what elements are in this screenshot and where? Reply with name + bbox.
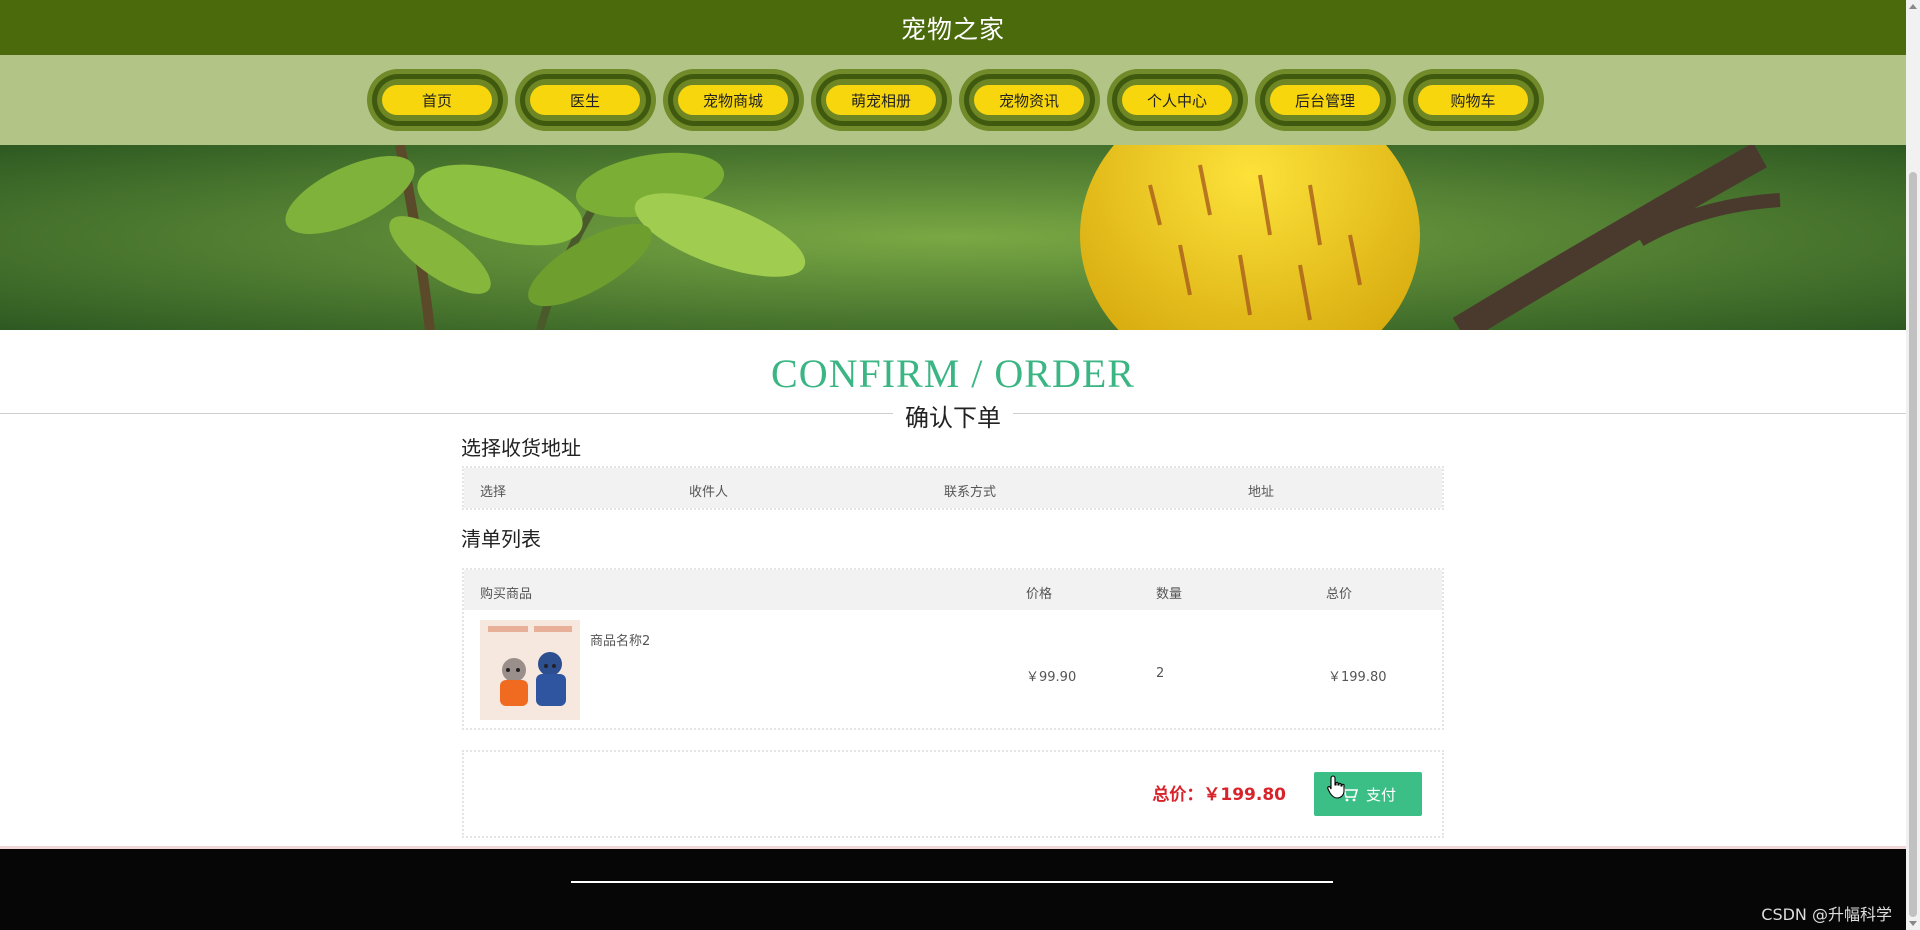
product-name[interactable]: 商品名称2 xyxy=(590,630,650,649)
nav-item-pet-album[interactable]: 萌宠相册 xyxy=(810,69,952,131)
page-heading-cn-text: 确认下单 xyxy=(893,404,1013,432)
nav-item-label: 医生 xyxy=(530,85,640,115)
scroll-down-icon[interactable] xyxy=(1909,921,1917,926)
column-header: 地址 xyxy=(1248,485,1275,500)
order-table-header: 购买商品 价格 数量 总价 xyxy=(464,570,1442,610)
total-price-value: ￥199.80 xyxy=(1203,785,1286,805)
page-scrollbar[interactable] xyxy=(1906,0,1920,930)
total-price: 总价：￥199.80 xyxy=(1152,780,1286,805)
order-summary: 总价：￥199.80 支付 xyxy=(462,750,1444,838)
nav-item-label: 后台管理 xyxy=(1270,85,1380,115)
banner-image xyxy=(0,145,1906,330)
column-header: 数量 xyxy=(1156,587,1183,602)
banner-illustration xyxy=(0,145,1906,330)
pay-button-label: 支付 xyxy=(1365,785,1396,804)
address-table: 选择 收件人 联系方式 地址 xyxy=(462,466,1444,510)
nav-item-label: 个人中心 xyxy=(1122,85,1232,115)
table-row: 商品名称2 ￥99.90 2 ￥199.80 xyxy=(464,610,1442,730)
nav-item-pet-shop[interactable]: 宠物商城 xyxy=(662,69,804,131)
footer-divider xyxy=(571,881,1333,883)
address-section-title: 选择收货地址 xyxy=(461,436,581,460)
column-header: 总价 xyxy=(1326,587,1353,602)
list-section-title: 清单列表 xyxy=(461,527,541,551)
column-header: 购买商品 xyxy=(480,587,533,602)
product-thumbnail[interactable] xyxy=(480,620,580,720)
top-header: 宠物之家 xyxy=(0,0,1906,55)
site-title: 宠物之家 xyxy=(900,14,1005,44)
nav-item-doctor[interactable]: 医生 xyxy=(514,69,656,131)
scroll-up-icon[interactable] xyxy=(1909,4,1917,9)
column-header: 价格 xyxy=(1026,587,1053,602)
order-items-table: 购买商品 价格 数量 总价 商品名称2 ￥99.90 2 ￥199.80 xyxy=(462,568,1444,730)
nav-item-label: 宠物商城 xyxy=(678,85,788,115)
product-price: ￥99.90 xyxy=(1026,670,1077,685)
page-heading-cn: 确认下单 xyxy=(0,398,1906,433)
nav-item-label: 首页 xyxy=(382,85,492,115)
column-header: 联系方式 xyxy=(944,485,997,500)
nav-item-label: 萌宠相册 xyxy=(826,85,936,115)
total-price-label: 总价： xyxy=(1152,785,1204,805)
product-quantity: 2 xyxy=(1156,666,1165,681)
nav-item-admin[interactable]: 后台管理 xyxy=(1254,69,1396,131)
column-header: 选择 xyxy=(480,485,507,500)
column-header: 收件人 xyxy=(689,485,729,500)
product-image xyxy=(480,620,580,720)
nav-item-home[interactable]: 首页 xyxy=(366,69,508,131)
nav-item-personal-center[interactable]: 个人中心 xyxy=(1106,69,1248,131)
nav-item-pet-news[interactable]: 宠物资讯 xyxy=(958,69,1100,131)
nav-item-cart[interactable]: 购物车 xyxy=(1402,69,1544,131)
watermark: CSDN @升幅科学 xyxy=(1761,905,1892,924)
nav-item-label: 宠物资讯 xyxy=(974,85,1084,115)
main-nav: 首页 医生 宠物商城 萌宠相册 宠物资讯 个人中心 后台管理 购物车 xyxy=(0,55,1906,145)
nav-item-label: 购物车 xyxy=(1418,85,1528,115)
page-footer: CSDN @升幅科学 xyxy=(0,846,1906,930)
product-total: ￥199.80 xyxy=(1328,670,1387,685)
page-heading-en: CONFIRM / ORDER xyxy=(771,351,1135,396)
hand-pointer-icon xyxy=(1327,775,1345,799)
address-table-header: 选择 收件人 联系方式 地址 xyxy=(464,468,1442,508)
scrollbar-thumb[interactable] xyxy=(1909,172,1917,917)
